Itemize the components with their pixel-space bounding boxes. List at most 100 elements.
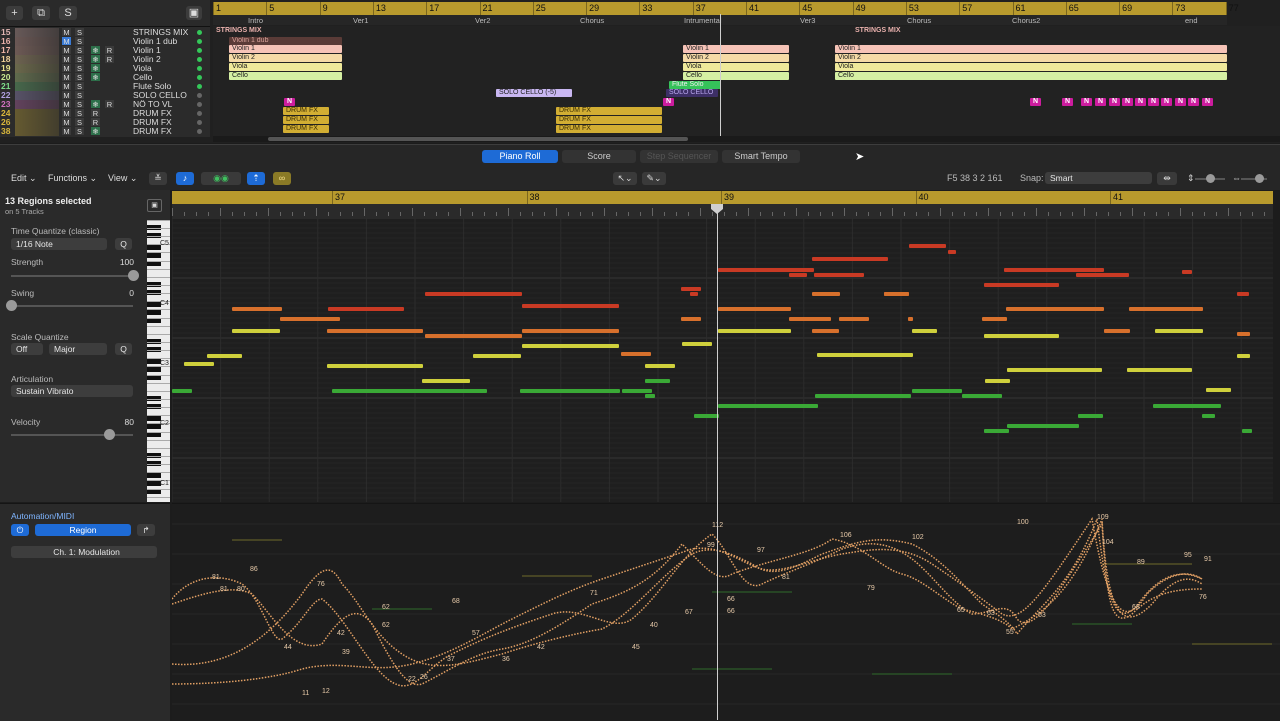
midi-note[interactable]	[1007, 368, 1102, 372]
midi-note[interactable]	[645, 379, 670, 383]
region-note[interactable]: N	[1188, 98, 1199, 106]
duplicate-track-button[interactable]: ⧉	[32, 6, 50, 20]
black-key[interactable]	[147, 432, 161, 437]
region-drum-fx[interactable]: DRUM FX	[556, 107, 662, 115]
midi-note[interactable]	[1153, 404, 1221, 408]
region-note[interactable]: N	[1109, 98, 1120, 106]
region-note[interactable]: N	[1062, 98, 1073, 106]
midi-note[interactable]	[1127, 368, 1192, 372]
midi-note[interactable]	[839, 317, 869, 321]
track-row[interactable]: 18 M S ❄ R Violin 2	[0, 55, 210, 64]
midi-note[interactable]	[718, 268, 814, 272]
capture-icon[interactable]: ▣	[186, 6, 202, 20]
midi-note[interactable]	[522, 329, 619, 333]
midi-note[interactable]	[328, 307, 404, 311]
region-note[interactable]: N	[1030, 98, 1041, 106]
midi-note[interactable]	[520, 389, 620, 393]
midi-note[interactable]	[690, 292, 698, 296]
scale-quantize-q-button[interactable]: Q	[115, 343, 132, 355]
snap-toggle-icon[interactable]: ⇹	[1157, 172, 1177, 185]
region-drum-fx[interactable]: DRUM FX	[283, 107, 329, 115]
midi-note[interactable]	[984, 334, 1059, 338]
midi-note[interactable]	[682, 342, 712, 346]
scale-select[interactable]: Major	[49, 343, 107, 355]
black-key[interactable]	[147, 416, 161, 421]
region-note[interactable]: N	[1202, 98, 1213, 106]
midi-note[interactable]	[1155, 329, 1203, 333]
mute-button[interactable]: M	[62, 28, 71, 37]
freeze-icon[interactable]: ❄	[91, 100, 100, 109]
region-note[interactable]: N	[1175, 98, 1186, 106]
strength-knob[interactable]	[128, 270, 139, 281]
solo-button[interactable]: S	[75, 109, 84, 118]
marker[interactable]: Chorus	[580, 16, 604, 25]
time-quantize-select[interactable]: 1/16 Note	[11, 238, 107, 250]
track-row[interactable]: 26 M S R DRUM FX	[0, 118, 210, 127]
black-key[interactable]	[147, 261, 161, 266]
midi-note[interactable]	[962, 394, 1002, 398]
marker[interactable]: end	[1185, 16, 1198, 25]
mute-button[interactable]: M	[62, 118, 71, 127]
articulation-select[interactable]: Sustain Vibrato	[11, 385, 133, 397]
track-row[interactable]: 15 M S STRINGS MIX	[0, 28, 210, 37]
midi-note[interactable]	[1006, 307, 1104, 311]
marker[interactable]: Ver3	[800, 16, 815, 25]
midi-note[interactable]	[1129, 307, 1203, 311]
midi-note[interactable]	[1202, 414, 1215, 418]
automation-lane[interactable]: 81 81 80 86 76 44 39 42 62 62 68 57 37 36 22 26 42 71 67 45…	[172, 503, 1280, 721]
marker[interactable]: Intro	[248, 16, 263, 25]
freeze-icon[interactable]: ❄	[91, 64, 100, 73]
solo-button[interactable]: S	[75, 127, 84, 136]
midi-note[interactable]	[718, 329, 791, 333]
link-icon[interactable]: ∞	[273, 172, 291, 185]
midi-note[interactable]	[327, 329, 423, 333]
midi-note[interactable]	[681, 287, 701, 291]
midi-note[interactable]	[1237, 292, 1249, 296]
solo-button[interactable]: S	[75, 46, 84, 55]
midi-note[interactable]	[622, 389, 652, 393]
midi-note[interactable]	[718, 307, 791, 311]
region-note[interactable]: N	[1122, 98, 1133, 106]
track-row[interactable]: 24 M S R DRUM FX	[0, 109, 210, 118]
track-row[interactable]: 38 M S ❄ DRUM FX	[0, 127, 210, 136]
region-cello[interactable]: Cello	[835, 72, 1227, 80]
region-cello[interactable]: Cello	[229, 72, 342, 80]
tab-piano-roll[interactable]: Piano Roll	[482, 150, 558, 163]
modulation-curve[interactable]	[172, 517, 1203, 685]
mute-button[interactable]: M	[62, 91, 71, 100]
filter-icon[interactable]: ≚	[149, 172, 167, 185]
region-violin1[interactable]: Violin 1	[835, 45, 1227, 53]
solo-global-button[interactable]: S	[59, 6, 77, 20]
region-violin2[interactable]: Violin 2	[835, 54, 1227, 62]
region-drum-fx[interactable]: DRUM FX	[556, 116, 662, 124]
midi-note[interactable]	[909, 244, 946, 248]
region-cello[interactable]: Cello	[683, 72, 789, 80]
catch-icon[interactable]: ⇡	[247, 172, 265, 185]
solo-button[interactable]: S	[75, 55, 84, 64]
tab-score[interactable]: Score	[562, 150, 636, 163]
freeze-icon[interactable]: ❄	[91, 127, 100, 136]
region-violin1-dub[interactable]: Violin 1 dub	[229, 37, 342, 45]
edit-menu[interactable]: Edit ⌄	[11, 173, 37, 184]
solo-button[interactable]: S	[75, 91, 84, 100]
functions-menu[interactable]: Functions ⌄	[48, 173, 97, 184]
track-row[interactable]: 17 M S ❄ R Violin 1	[0, 46, 210, 55]
piano-roll-grid[interactable]	[172, 218, 1273, 502]
region-solo-cello[interactable]: SOLO CELLO (-5)	[496, 89, 572, 97]
solo-button[interactable]: S	[75, 82, 84, 91]
velocity-knob[interactable]	[103, 429, 115, 440]
record-button[interactable]: R	[105, 46, 114, 55]
region-solo-cello[interactable]: SOLO CELLO	[666, 89, 718, 97]
mute-button[interactable]: M	[62, 55, 71, 64]
tab-smart-tempo[interactable]: Smart Tempo	[722, 150, 800, 163]
midi-note[interactable]	[1242, 429, 1252, 433]
zoom-slider-knob[interactable]	[1206, 174, 1215, 183]
modulation-curve[interactable]	[172, 521, 1203, 687]
strength-slider[interactable]	[11, 275, 133, 277]
region-note[interactable]: N	[1081, 98, 1092, 106]
midi-note[interactable]	[815, 394, 911, 398]
region-note[interactable]: N	[1161, 98, 1172, 106]
horizontal-scrollbar[interactable]	[213, 136, 1280, 142]
midi-note[interactable]	[817, 353, 913, 357]
snap-select[interactable]: Smart	[1045, 172, 1152, 184]
